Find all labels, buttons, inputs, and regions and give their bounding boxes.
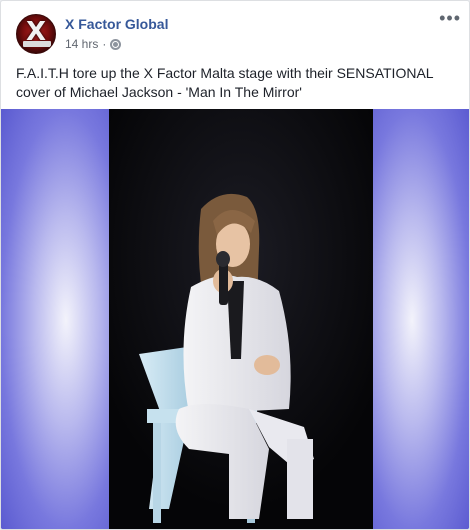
avatar-logo-bar: [23, 41, 51, 47]
video-frame[interactable]: [109, 109, 373, 529]
post-header: X X Factor Global 14 hrs · •••: [1, 1, 469, 57]
video-blur-left: [1, 109, 109, 529]
feed-post: X X Factor Global 14 hrs · ••• F.A.I.T.H…: [0, 0, 470, 530]
post-timestamp[interactable]: 14 hrs: [65, 37, 98, 51]
meta-separator: ·: [102, 37, 107, 51]
singer-illustration: [109, 109, 373, 529]
video-player[interactable]: [1, 109, 469, 529]
video-blur-right: [373, 109, 469, 529]
page-avatar[interactable]: X: [16, 14, 56, 54]
page-name-link[interactable]: X Factor Global: [65, 16, 168, 32]
post-meta: 14 hrs ·: [65, 37, 122, 51]
post-message: F.A.I.T.H tore up the X Factor Malta sta…: [16, 65, 434, 100]
more-options-icon[interactable]: •••: [439, 9, 461, 27]
globe-icon[interactable]: [110, 38, 122, 50]
